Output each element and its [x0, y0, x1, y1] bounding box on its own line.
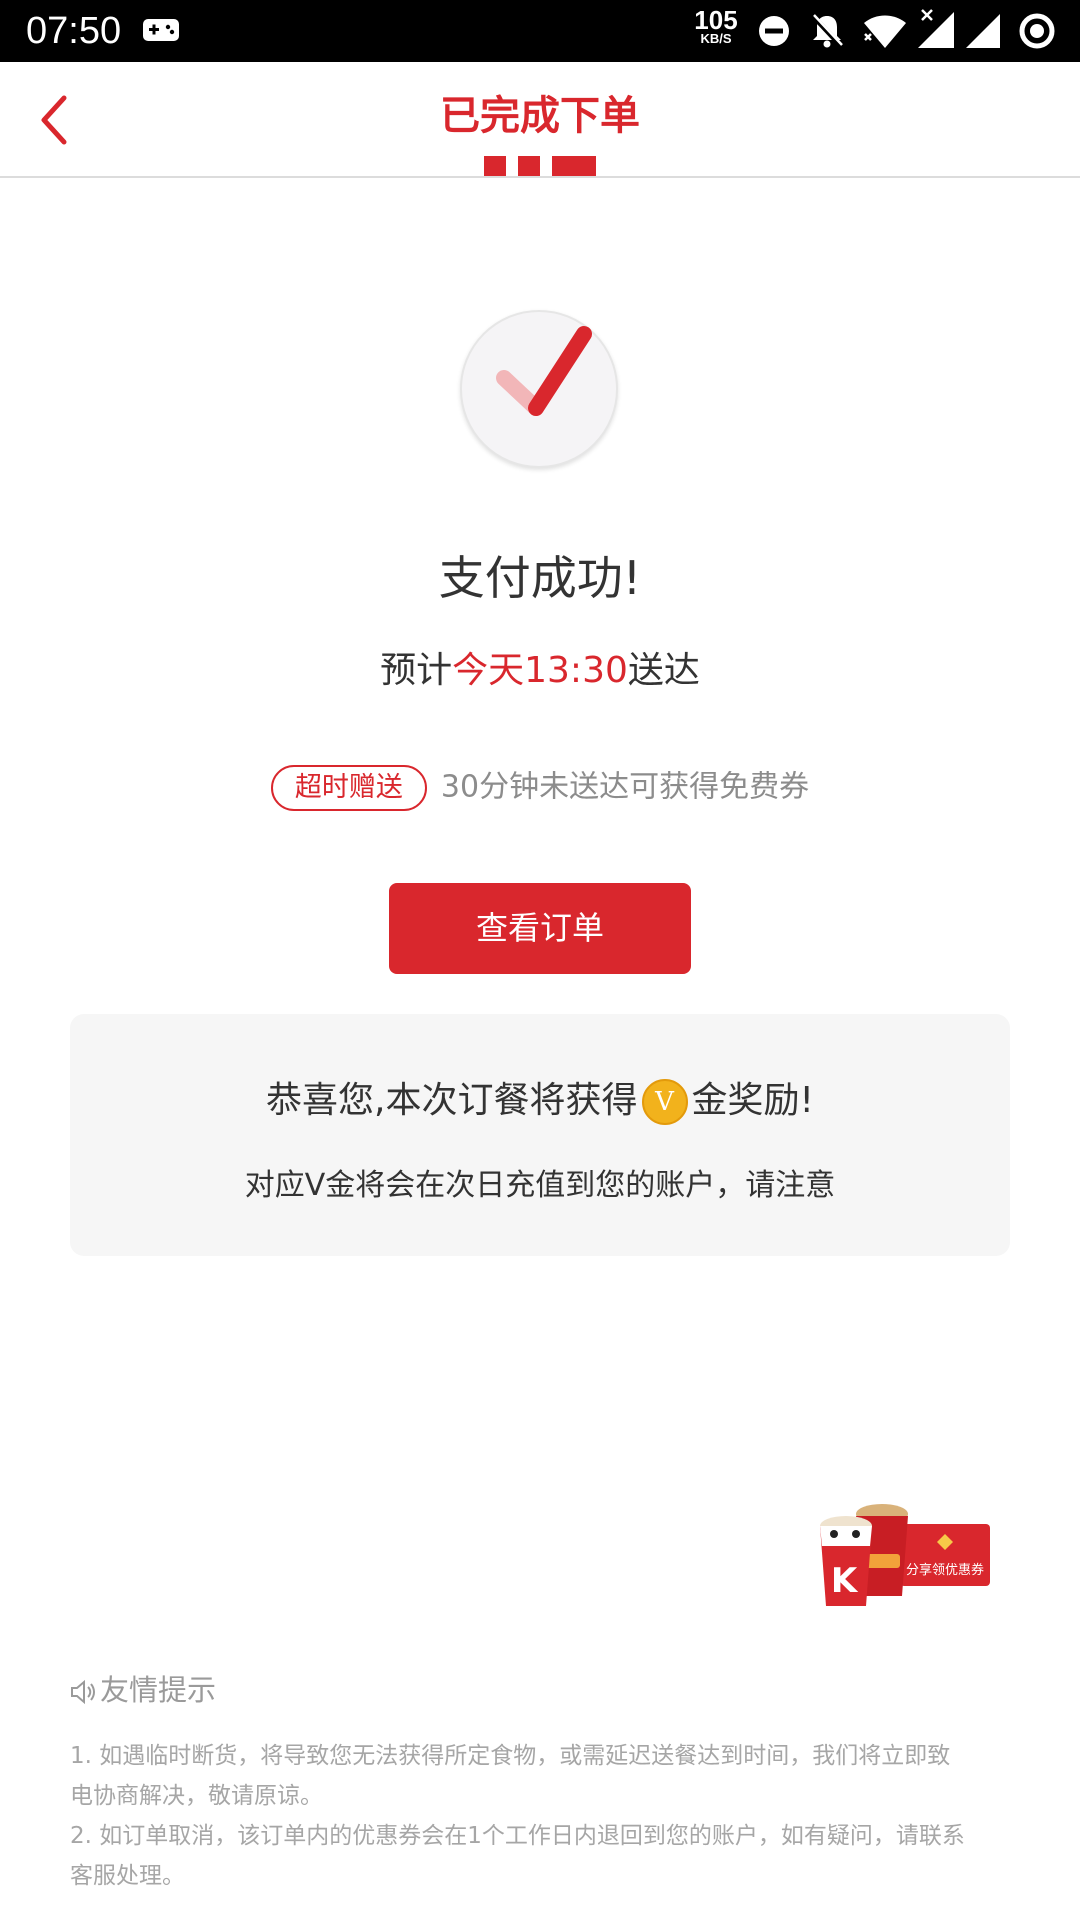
reward-message: 恭喜您,本次订餐将获得 V 金奖励! [70, 1076, 1010, 1126]
overtime-guarantee: 超时赠送 30分钟未送达可获得免费券 [0, 762, 1080, 813]
reward-note: 对应V金将会在次日充值到您的账户，请注意 [244, 1168, 836, 1203]
reward-suffix: 金奖励! [691, 1080, 814, 1121]
overtime-badge: 超时赠送 [270, 764, 427, 811]
eta-prefix: 预计 [380, 650, 453, 691]
tip-line: 2. 如订单取消，该订单内的优惠券会在1个工作日内退回到您的账户，如有疑问，请联… [70, 1823, 965, 1849]
nav-header: 已完成下单 [0, 62, 1080, 178]
status-bar: 07:50 105 KB/S [0, 0, 1080, 62]
notifications-off-icon [811, 14, 843, 48]
tips-body: 1. 如遇临时断货，将导致您无法获得所定食物，或需延迟送餐达到时间，我们将立即致… [70, 1736, 1010, 1896]
tip-line: 电协商解决，敬请原谅。 [70, 1783, 323, 1809]
title-underline [552, 156, 574, 176]
overtime-text: 30分钟未送达可获得免费券 [440, 769, 810, 805]
sync-ring-icon [1019, 13, 1055, 49]
network-speed-value: 105 [694, 5, 738, 35]
signal-x-icon [918, 9, 954, 48]
do-not-disturb-icon [759, 16, 789, 46]
check-icon [496, 326, 592, 416]
success-check-circle [460, 310, 618, 468]
wifi-icon [864, 15, 906, 48]
network-speed: 105 KB/S [686, 5, 746, 46]
tips-heading: 友情提示 [70, 1670, 216, 1710]
reward-prefix: 恭喜您,本次订餐将获得 [266, 1080, 638, 1121]
cup-k-letter: K [831, 1561, 859, 1601]
tips-title: 友情提示 [100, 1673, 217, 1707]
speaker-icon [71, 1679, 95, 1705]
title-underline [518, 156, 540, 176]
game-controller-icon [143, 19, 179, 41]
v-coin-icon: V [641, 1079, 688, 1125]
view-order-button[interactable]: 查看订单 [389, 883, 691, 974]
share-coupon-label: 分享领优惠券 [906, 1562, 984, 1578]
reward-notice: 恭喜您,本次订餐将获得 V 金奖励! 对应V金将会在次日充值到您的账户，请注意 [70, 1014, 1010, 1256]
eta-time: 今天13:30 [452, 650, 628, 691]
order-complete-page: 07:50 105 KB/S 已完成下单 支付成功! 预计今天13:30送达 超… [0, 0, 1080, 1920]
signal-icon [966, 14, 1000, 48]
title-underline [484, 156, 506, 176]
payment-success-title: 支付成功! [438, 551, 642, 605]
delivery-eta: 预计今天13:30送达 [0, 647, 1080, 695]
eta-suffix: 送达 [627, 650, 700, 691]
share-coupon-promo[interactable]: 分享领优惠券 K [812, 1496, 996, 1612]
title-underline [574, 156, 596, 176]
page-title: 已完成下单 [440, 93, 640, 139]
tip-line: 客服处理。 [70, 1863, 185, 1889]
status-time: 07:50 [26, 10, 122, 52]
tip-line: 1. 如遇临时断货，将导致您无法获得所定食物，或需延迟送餐达到时间，我们将立即致 [70, 1743, 951, 1769]
